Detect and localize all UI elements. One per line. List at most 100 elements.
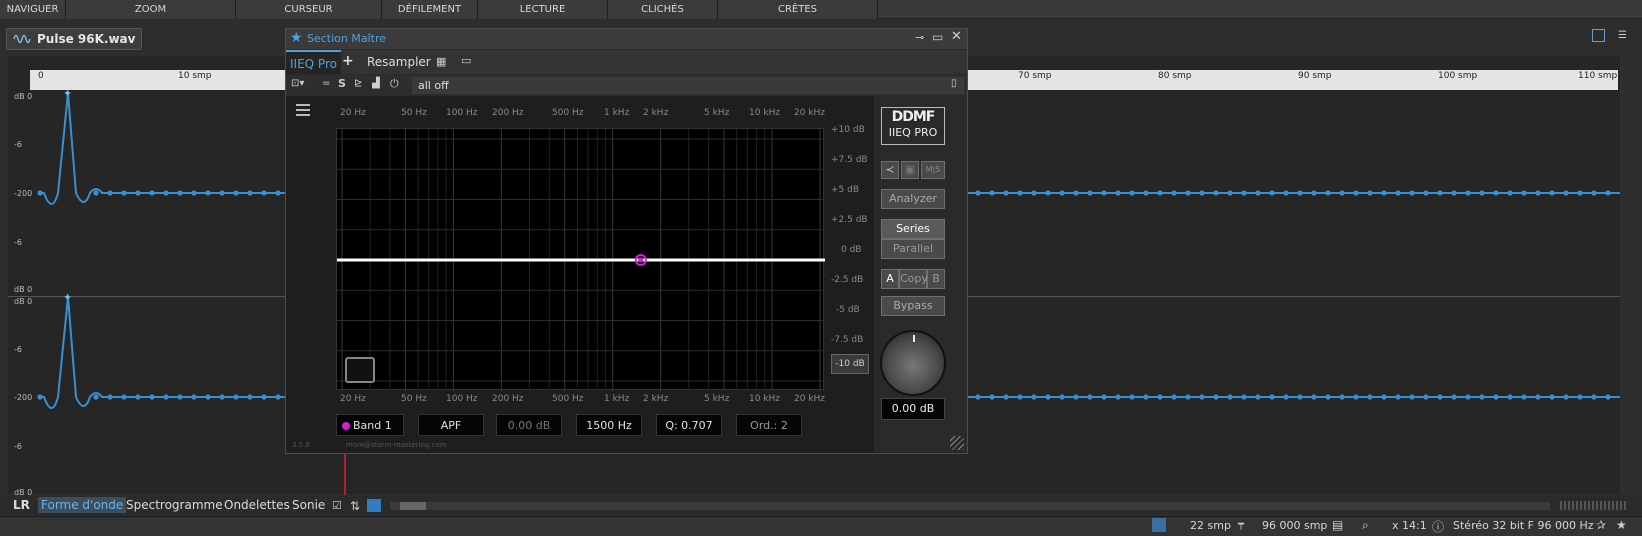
sample-point	[275, 394, 281, 400]
swap-icon[interactable]: ⇅	[350, 499, 360, 513]
equals-icon[interactable]: =	[322, 78, 330, 89]
freq-label-top: 5 kHz	[704, 108, 730, 118]
sample-point	[1059, 394, 1065, 400]
freq-label-bottom: 10 kHz	[749, 394, 781, 404]
output-gain-knob[interactable]	[880, 330, 946, 396]
band-gain-field[interactable]: 0.00 dB	[496, 414, 562, 436]
lock-icon[interactable]: ▣	[901, 161, 919, 179]
info-icon[interactable]: ⓘ	[1432, 518, 1444, 535]
logo-top: DDMF	[891, 109, 936, 125]
sample-point	[1549, 394, 1555, 400]
mid-side-button[interactable]: M|S	[921, 161, 945, 179]
scrollbar-thumb[interactable]	[400, 502, 426, 510]
freq-label-top: 100 Hz	[446, 108, 478, 118]
sample-point	[261, 190, 267, 196]
output-gain-field[interactable]: 0.00 dB	[881, 398, 945, 420]
ruler-icon[interactable]: ┯	[1238, 519, 1244, 530]
tab-spectrogramme[interactable]: Spectrogramme	[126, 497, 223, 513]
tab-sonie[interactable]: Sonie	[292, 497, 325, 513]
eq-graph[interactable]	[336, 128, 825, 391]
master-section-window: ★ Section Maître ⊸ ▭ ✕ IIEQ Pro + Resamp…	[285, 28, 968, 454]
hamburger-menu-icon[interactable]	[296, 104, 310, 116]
plugin-title-bar[interactable]: ★ Section Maître ⊸ ▭ ✕	[286, 29, 967, 49]
band-selector[interactable]: Band 1	[336, 414, 404, 436]
tab-ondelettes[interactable]: Ondelettes	[224, 497, 290, 513]
routing-icon[interactable]: ⊵	[354, 78, 362, 89]
zoom-icon[interactable]: ⌕	[1362, 518, 1369, 533]
tab-forme-donde[interactable]: Forme d'onde	[38, 497, 127, 513]
checkbox-icon[interactable]: ☑	[332, 499, 342, 512]
peak-marker: ✦	[63, 87, 72, 100]
sample-point	[177, 394, 183, 400]
sample-point	[1297, 190, 1303, 196]
meter-icon[interactable]: ▟	[372, 78, 380, 89]
grid-icon[interactable]: ▦	[436, 55, 446, 68]
sample-point	[177, 190, 183, 196]
freq-label-bottom: 200 Hz	[492, 394, 524, 404]
resize-grip[interactable]	[950, 436, 964, 450]
band-type-field[interactable]: APF	[418, 414, 484, 436]
sample-point	[1269, 394, 1275, 400]
freq-label-top: 20 kHz	[794, 108, 826, 118]
link-icon[interactable]: ≺	[881, 161, 899, 179]
sample-point	[1241, 190, 1247, 196]
parallel-button[interactable]: Parallel	[881, 239, 945, 259]
add-plugin-button[interactable]: +	[342, 53, 354, 69]
window-title: Section Maître	[307, 32, 387, 45]
a-button[interactable]: A	[881, 269, 899, 289]
series-button[interactable]: Series	[881, 219, 945, 239]
star-settings-icon[interactable]: ✰	[1596, 518, 1606, 532]
band-color-dot	[342, 422, 350, 430]
sample-point	[1129, 394, 1135, 400]
sample-point	[1185, 190, 1191, 196]
sample-point	[1171, 190, 1177, 196]
tab-iieq-pro[interactable]: IIEQ Pro	[286, 50, 341, 74]
band-order-field[interactable]: Ord.: 2	[736, 414, 802, 436]
sample-point	[1381, 190, 1387, 196]
range-button[interactable]: -10 dB	[831, 354, 869, 374]
power-icon[interactable]: ⏻	[390, 77, 399, 91]
star-icon[interactable]: ★	[1616, 518, 1627, 532]
band-q-field[interactable]: Q: 0.707	[656, 414, 722, 436]
analyzer-button[interactable]: Analyzer	[881, 189, 945, 209]
preset-name-field[interactable]: all off	[412, 77, 964, 94]
db-scale-label: +7.5 dB	[831, 155, 868, 165]
knob-indicator	[913, 335, 915, 342]
tab-resampler[interactable]: Resampler	[367, 55, 431, 69]
peak-marker: ✦	[63, 291, 72, 304]
sample-point	[219, 190, 225, 196]
sample-point	[1101, 394, 1107, 400]
clipboard-icon[interactable]: ▯	[951, 78, 957, 89]
maximize-icon[interactable]: ▭	[932, 30, 943, 44]
file-length: 96 000 smp	[1262, 519, 1328, 532]
cursor-position-icon[interactable]	[1152, 518, 1166, 532]
monitor-icon[interactable]: ▭	[461, 54, 471, 67]
sample-point	[135, 394, 141, 400]
eq-side-panel: DDMF IIEQ PRO ≺ ▣ M|S Analyzer Series Pa…	[874, 96, 967, 453]
sample-point	[1409, 190, 1415, 196]
s-icon[interactable]: S	[338, 77, 346, 90]
pin-icon[interactable]: ⊸	[915, 31, 924, 44]
playback-cursor[interactable]	[344, 453, 346, 495]
sample-point	[1367, 190, 1373, 196]
band-frequency-field[interactable]: 1500 Hz	[576, 414, 642, 436]
preset-menu-icon[interactable]: ⊡▾	[291, 78, 304, 89]
sample-point	[1031, 190, 1037, 196]
piano-icon[interactable]	[345, 357, 375, 383]
sample-point	[93, 394, 99, 400]
horizontal-scrollbar[interactable]	[390, 502, 1550, 510]
freq-label-top: 50 Hz	[401, 108, 427, 118]
b-button[interactable]: B	[927, 269, 945, 289]
zoom-slider[interactable]	[1560, 501, 1626, 510]
sample-point	[1297, 394, 1303, 400]
plugin-toolbar: ⊡▾ = S ⊵ ▟ ⏻ all off ▯	[286, 75, 967, 95]
copy-button[interactable]: Copy	[899, 269, 928, 289]
bypass-button[interactable]: Bypass	[881, 296, 945, 316]
comment-icon[interactable]: ▤	[1332, 518, 1343, 532]
sync-icon[interactable]	[367, 499, 381, 512]
lr-toggle[interactable]: LR	[13, 497, 30, 513]
close-icon[interactable]: ✕	[951, 29, 962, 44]
logo-bottom: IIEQ PRO	[888, 126, 938, 139]
sample-point	[1591, 394, 1597, 400]
sample-point	[1577, 190, 1583, 196]
